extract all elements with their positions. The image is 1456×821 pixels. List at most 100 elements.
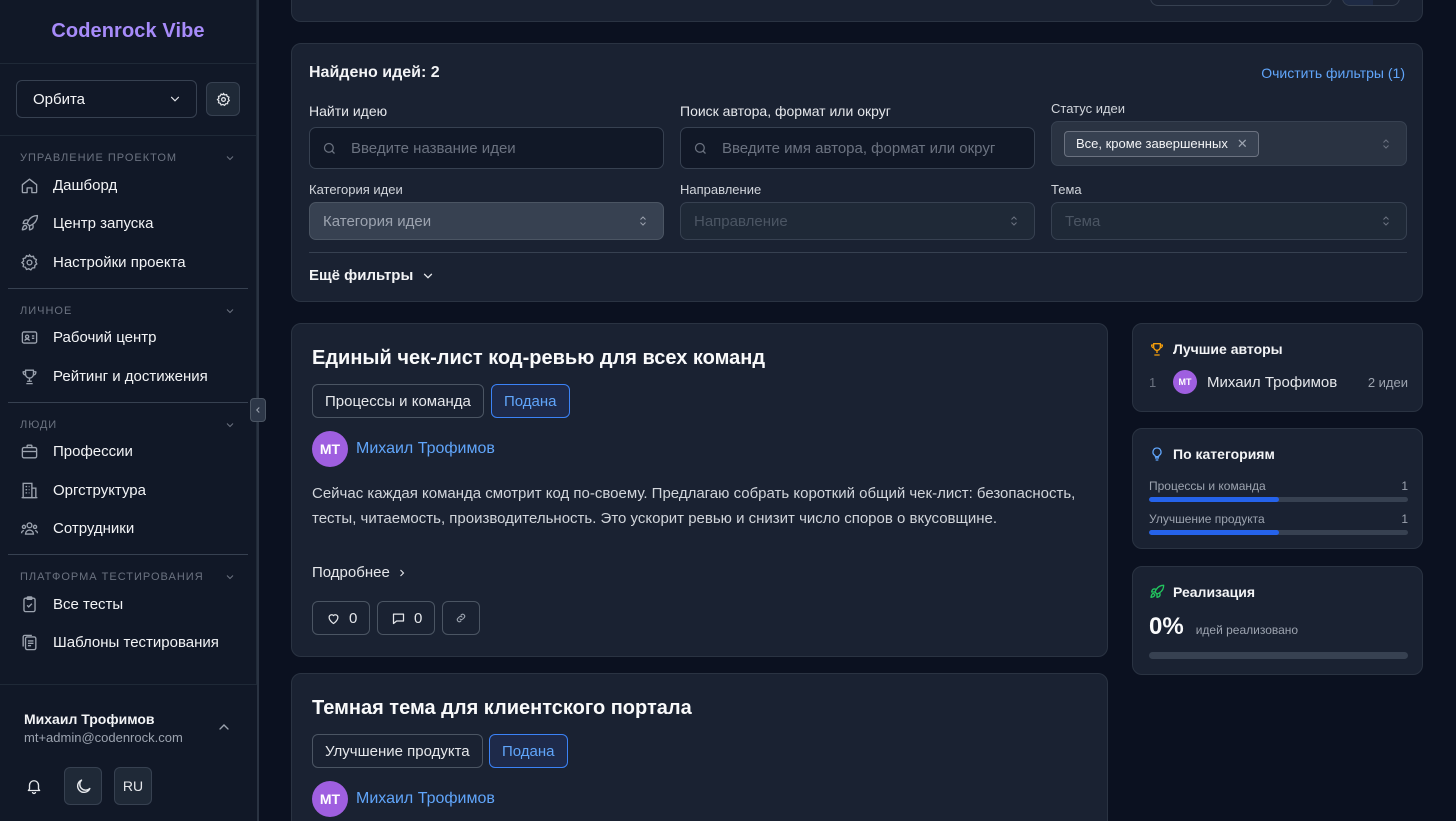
chevron-updown-icon — [1380, 215, 1392, 227]
sidebar-item-label: Все тесты — [53, 595, 124, 613]
like-count: 0 — [349, 609, 358, 627]
clear-filters-link[interactable]: Очистить фильтры (1) — [1261, 65, 1405, 81]
category-stat-name: Улучшение продукта — [1149, 512, 1265, 526]
sidebar-item-dashboard[interactable]: Дашборд — [8, 166, 248, 205]
read-more-link[interactable]: Подробнее — [312, 564, 408, 581]
implementation-panel: Реализация 0% идей реализовано — [1132, 566, 1423, 675]
user-actions: RU — [16, 767, 152, 805]
more-filters-label: Ещё фильтры — [309, 267, 414, 284]
sidebar-item-employees[interactable]: Сотрудники — [8, 510, 248, 549]
building-icon — [20, 481, 39, 500]
section-header[interactable]: ЛЮДИ — [8, 403, 248, 433]
top-toolbar-card — [291, 0, 1423, 22]
category-placeholder: Категория идеи — [323, 212, 432, 230]
direction-select[interactable]: Направление — [680, 202, 1035, 240]
section-title: ЛЮДИ — [20, 418, 58, 431]
theme-toggle-button[interactable] — [64, 767, 102, 805]
user-block: Михаил Трофимов mt+admin@codenrock.com R… — [0, 684, 257, 821]
status-chip: Все, кроме завершенных ✕ — [1064, 130, 1259, 157]
chevron-down-icon — [224, 305, 236, 317]
sidebar-item-professions[interactable]: Профессии — [8, 433, 248, 472]
sidebar-item-workspace[interactable]: Рабочий центр — [8, 319, 248, 358]
author-search-label: Поиск автора, формат или округ — [680, 103, 891, 119]
sidebar-nav: УПРАВЛЕНИЕ ПРОЕКТОМ Дашборд Центр запуск… — [0, 136, 256, 668]
divider — [309, 252, 1407, 253]
implementation-label: идей реализовано — [1195, 623, 1299, 637]
sidebar-item-label: Сотрудники — [53, 520, 135, 538]
progress-fill — [1149, 530, 1279, 535]
toolbar-select[interactable] — [1150, 0, 1332, 6]
chevron-updown-icon — [637, 215, 649, 227]
avatar: МТ — [312, 431, 348, 467]
category-stat-row: Процессы и команда 1 — [1149, 479, 1408, 502]
leader-count: 2 идеи — [1367, 374, 1408, 390]
project-settings-button[interactable] — [206, 82, 240, 116]
status-badge: Подана — [489, 734, 568, 768]
direction-placeholder: Направление — [694, 212, 788, 230]
category-stat-count: 1 — [1401, 512, 1408, 526]
avatar: МТ — [1173, 370, 1197, 394]
brand-logo[interactable]: Codenrock Vibe — [0, 0, 256, 64]
clipboard-check-icon — [20, 595, 39, 614]
more-filters-button[interactable]: Ещё фильтры — [309, 267, 435, 284]
trophy-icon — [1149, 341, 1165, 357]
chevron-up-icon[interactable] — [216, 719, 232, 735]
leader-row[interactable]: 1 МТ Михаил Трофимов 2 идеи — [1149, 370, 1408, 394]
section-header[interactable]: ПЛАТФОРМА ТЕСТИРОВАНИЯ — [8, 555, 248, 585]
topic-label: Тема — [1051, 182, 1082, 197]
idea-title[interactable]: Темная тема для клиентского портала — [312, 697, 692, 720]
close-icon[interactable]: ✕ — [1237, 136, 1248, 152]
sidebar-item-test-templates[interactable]: Шаблоны тестирования — [8, 624, 248, 663]
users-icon — [20, 519, 39, 538]
progress-bar — [1149, 497, 1408, 502]
panel-title: Лучшие авторы — [1173, 341, 1283, 357]
sidebar-item-label: Рабочий центр — [53, 329, 157, 347]
search-icon — [693, 141, 708, 156]
sidebar-item-launch-center[interactable]: Центр запуска — [8, 205, 248, 244]
author-search-input[interactable]: Введите имя автора, формат или округ — [680, 127, 1035, 169]
idea-title[interactable]: Единый чек-лист код-ревью для всех коман… — [312, 347, 765, 370]
status-multiselect[interactable]: Все, кроме завершенных ✕ — [1051, 121, 1407, 166]
idea-card[interactable]: Единый чек-лист код-ревью для всех коман… — [291, 323, 1108, 657]
sidebar-item-project-settings[interactable]: Настройки проекта — [8, 243, 248, 282]
idea-card[interactable]: Темная тема для клиентского портала Улуч… — [291, 673, 1108, 821]
sidebar-collapse-handle[interactable] — [250, 398, 266, 422]
section-header[interactable]: ЛИЧНОЕ — [8, 289, 248, 319]
briefcase-icon — [20, 442, 39, 461]
sidebar-item-org-structure[interactable]: Оргструктура — [8, 471, 248, 510]
leader-rank: 1 — [1149, 374, 1157, 390]
like-button[interactable]: 0 — [312, 601, 371, 635]
idea-search-input[interactable]: Введите название идеи — [309, 127, 664, 169]
section-header[interactable]: УПРАВЛЕНИЕ ПРОЕКТОМ — [8, 136, 248, 166]
notifications-button[interactable] — [16, 768, 52, 804]
idea-author[interactable]: МТ Михаил Трофимов — [312, 431, 495, 467]
progress-fill — [1149, 497, 1279, 502]
sidebar-item-rating[interactable]: Рейтинг и достижения — [8, 357, 248, 396]
author-name[interactable]: Михаил Трофимов — [356, 790, 495, 808]
link-icon — [455, 612, 467, 624]
progress-bar — [1149, 652, 1408, 659]
sidebar-item-all-tests[interactable]: Все тесты — [8, 585, 248, 624]
idea-author[interactable]: МТ Михаил Трофимов — [312, 781, 495, 817]
comment-button[interactable]: 0 — [377, 601, 436, 635]
copy-link-button[interactable] — [442, 601, 480, 635]
home-icon — [20, 176, 39, 195]
view-toggle[interactable] — [1342, 0, 1400, 6]
heart-icon — [326, 611, 341, 626]
nav-section-testing: ПЛАТФОРМА ТЕСТИРОВАНИЯ Все тесты Шаблоны… — [8, 555, 248, 668]
language-button[interactable]: RU — [114, 767, 152, 805]
status-chip-label: Все, кроме завершенных — [1076, 136, 1228, 151]
project-select[interactable]: Орбита — [16, 80, 198, 118]
chevron-down-icon — [421, 269, 435, 283]
section-title: ЛИЧНОЕ — [20, 304, 73, 317]
topic-select[interactable]: Тема — [1051, 202, 1407, 240]
user-info[interactable]: Михаил Трофимов mt+admin@codenrock.com — [24, 711, 183, 745]
author-name[interactable]: Михаил Трофимов — [356, 440, 495, 458]
nav-section-project: УПРАВЛЕНИЕ ПРОЕКТОМ Дашборд Центр запуск… — [8, 136, 248, 289]
author-search-placeholder: Введите имя автора, формат или округ — [722, 139, 996, 157]
category-select[interactable]: Категория идеи — [309, 202, 664, 240]
category-stat-row: Улучшение продукта 1 — [1149, 512, 1408, 535]
search-placeholder: Введите название идеи — [351, 139, 516, 157]
bell-icon — [25, 777, 43, 795]
read-more-label: Подробнее — [312, 564, 390, 581]
